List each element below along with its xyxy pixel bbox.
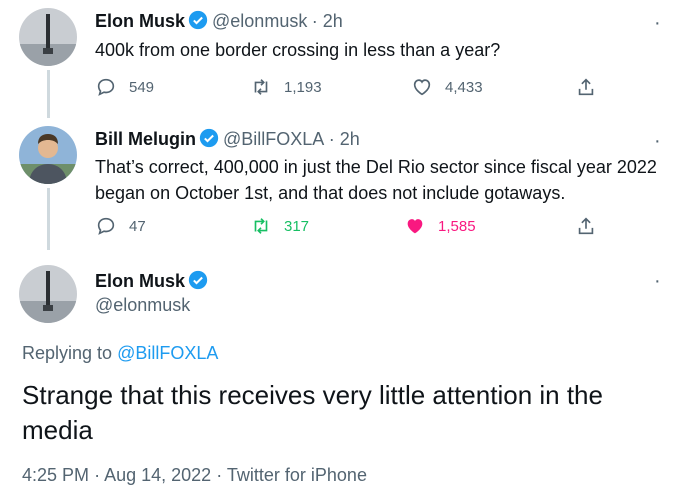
like-count: 4,433 — [445, 78, 483, 96]
tweet-text: That’s correct, 400,000 in just the Del … — [95, 154, 657, 206]
reply-button[interactable]: 47 — [95, 215, 146, 237]
author-handle[interactable]: @elonmusk — [212, 11, 307, 31]
share-button[interactable] — [575, 76, 609, 98]
verified-badge-icon — [188, 270, 208, 290]
reply-icon — [97, 217, 115, 235]
author-name[interactable]: Bill Melugin — [95, 129, 196, 149]
retweet-button[interactable]: 1,193 — [250, 76, 322, 98]
like-button[interactable]: 4,433 — [411, 76, 483, 98]
retweet-button[interactable]: 317 — [250, 215, 309, 237]
tweet-client[interactable]: Twitter for iPhone — [227, 465, 367, 485]
avatar[interactable] — [19, 8, 77, 66]
tweet-text-line: That’s correct, 400,000 in just the Del … — [95, 157, 657, 177]
reply-button[interactable]: 549 — [95, 76, 154, 98]
separator: · — [94, 465, 101, 485]
main-tweet-text-line: Strange that this receives very little a… — [22, 380, 603, 410]
retweet-count: 1,193 — [284, 78, 322, 96]
reply-count: 549 — [129, 78, 155, 96]
tweet-time[interactable]: · 2h — [312, 11, 343, 31]
verified-badge-icon — [199, 128, 219, 148]
heart-icon — [407, 219, 423, 234]
tweet-time[interactable]: · 2h — [329, 129, 360, 149]
main-tweet-text-line: media — [22, 415, 93, 445]
more-options-icon[interactable]: · — [654, 270, 662, 293]
reply-count: 47 — [129, 217, 146, 235]
share-icon — [578, 217, 594, 235]
author-handle[interactable]: @BillFOXLA — [223, 129, 324, 149]
main-tweet-text: Strange that this receives very little a… — [22, 378, 603, 448]
like-button[interactable]: 1,585 — [404, 215, 476, 237]
reply-icon — [97, 78, 115, 96]
author-name[interactable]: Elon Musk — [95, 11, 185, 31]
share-icon — [578, 78, 594, 96]
verified-badge-icon — [188, 10, 208, 30]
heart-icon — [413, 79, 431, 96]
tweet-timestamp[interactable]: 4:25 PM — [22, 465, 89, 485]
author-name[interactable]: Elon Musk — [95, 271, 185, 291]
replying-to-label: Replying to — [22, 343, 113, 363]
replying-to-link[interactable]: @BillFOXLA — [117, 343, 218, 363]
author-handle[interactable]: @elonmusk — [95, 295, 190, 316]
thread-line — [47, 188, 50, 250]
retweet-icon — [254, 218, 268, 234]
separator: · — [216, 465, 223, 485]
tweet-date[interactable]: Aug 14, 2022 — [104, 465, 211, 485]
avatar[interactable] — [19, 126, 77, 184]
tweet-text-line: began on October 1st, and that does not … — [95, 183, 566, 203]
retweet-count: 317 — [284, 217, 310, 235]
retweet-icon — [254, 79, 268, 95]
avatar[interactable] — [19, 265, 77, 323]
tweet-metadata: 4:25 PM · Aug 14, 2022 · Twitter for iPh… — [22, 465, 367, 486]
tweet-text: 400k from one border crossing in less th… — [95, 40, 501, 60]
like-count: 1,585 — [438, 217, 476, 235]
thread-line — [47, 70, 50, 118]
more-options-icon[interactable]: · — [654, 130, 662, 153]
share-button[interactable] — [575, 215, 609, 237]
replying-to: Replying to @BillFOXLA — [22, 343, 218, 364]
more-options-icon[interactable]: · — [654, 12, 662, 35]
